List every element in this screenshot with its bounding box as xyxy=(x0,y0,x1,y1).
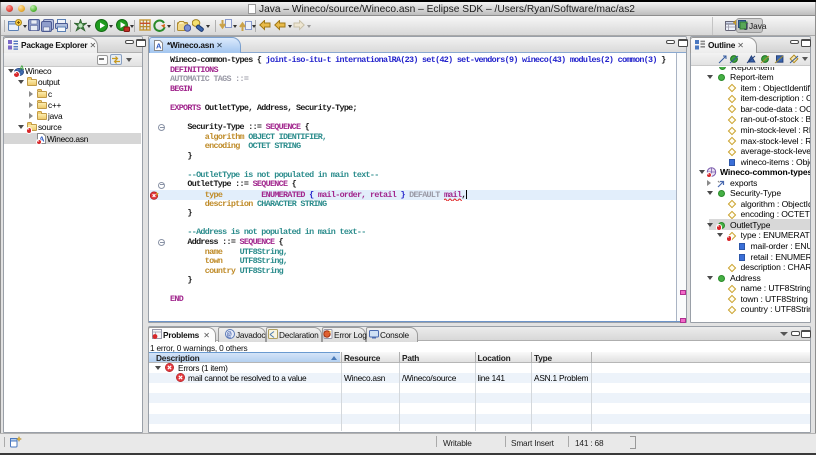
svg-text:A: A xyxy=(156,41,162,50)
svg-text:A: A xyxy=(20,65,25,72)
svg-text:@: @ xyxy=(227,331,232,339)
